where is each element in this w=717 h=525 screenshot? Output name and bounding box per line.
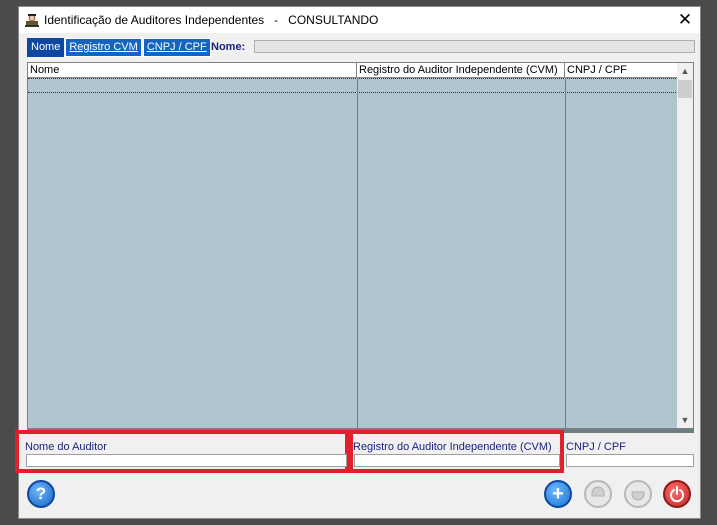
edit-icon <box>591 486 605 497</box>
column-header-registro[interactable]: Registro do Auditor Independente (CVM) <box>357 63 565 77</box>
tab-registro-cvm[interactable]: Registro CVM <box>65 38 142 57</box>
scroll-thumb[interactable] <box>678 80 692 98</box>
grid-header: Nome Registro do Auditor Independente (C… <box>28 63 678 78</box>
nome-auditor-field[interactable] <box>26 454 347 467</box>
column-divider <box>357 78 358 428</box>
search-label: Nome: <box>211 41 246 53</box>
auditores-grid[interactable]: Nome Registro do Auditor Independente (C… <box>27 62 694 429</box>
help-button[interactable]: ? <box>27 480 55 508</box>
search-input[interactable] <box>254 40 695 53</box>
column-divider <box>565 78 566 428</box>
search-tabs: Nome Registro CVM CNPJ / CPF <box>27 38 212 57</box>
registro-auditor-label: Registro do Auditor Independente (CVM) <box>353 441 552 453</box>
close-button[interactable]: ✕ <box>670 7 700 33</box>
cnpj-cpf-label: CNPJ / CPF <box>566 441 626 453</box>
window-title: Identificação de Auditores Independentes… <box>44 13 379 27</box>
tab-nome[interactable]: Nome <box>27 38 65 57</box>
delete-icon <box>631 491 645 501</box>
grid-empty-row[interactable] <box>28 78 678 93</box>
title-bar: Identificação de Auditores Independentes… <box>19 7 700 33</box>
add-button[interactable]: + <box>544 480 572 508</box>
registro-auditor-field[interactable] <box>354 454 560 467</box>
power-icon <box>670 486 684 503</box>
help-icon: ? <box>35 484 47 503</box>
nome-auditor-label: Nome do Auditor <box>25 441 107 453</box>
auditores-window: Identificação de Auditores Independentes… <box>15 6 701 519</box>
auditor-app-icon <box>24 12 40 28</box>
add-icon: + <box>552 482 564 505</box>
cnpj-cpf-field[interactable] <box>566 454 694 467</box>
column-header-cnpj[interactable]: CNPJ / CPF <box>565 63 678 77</box>
scroll-down-icon[interactable]: ▼ <box>677 412 693 428</box>
tab-cnpj-cpf[interactable]: CNPJ / CPF <box>142 38 211 57</box>
scroll-up-icon[interactable]: ▲ <box>677 63 693 79</box>
grid-scrollbar[interactable]: ▲ ▼ <box>677 63 693 428</box>
exit-button[interactable] <box>663 480 691 508</box>
edit-button[interactable] <box>584 480 612 508</box>
delete-button[interactable] <box>624 480 652 508</box>
column-header-nome[interactable]: Nome <box>28 63 357 77</box>
